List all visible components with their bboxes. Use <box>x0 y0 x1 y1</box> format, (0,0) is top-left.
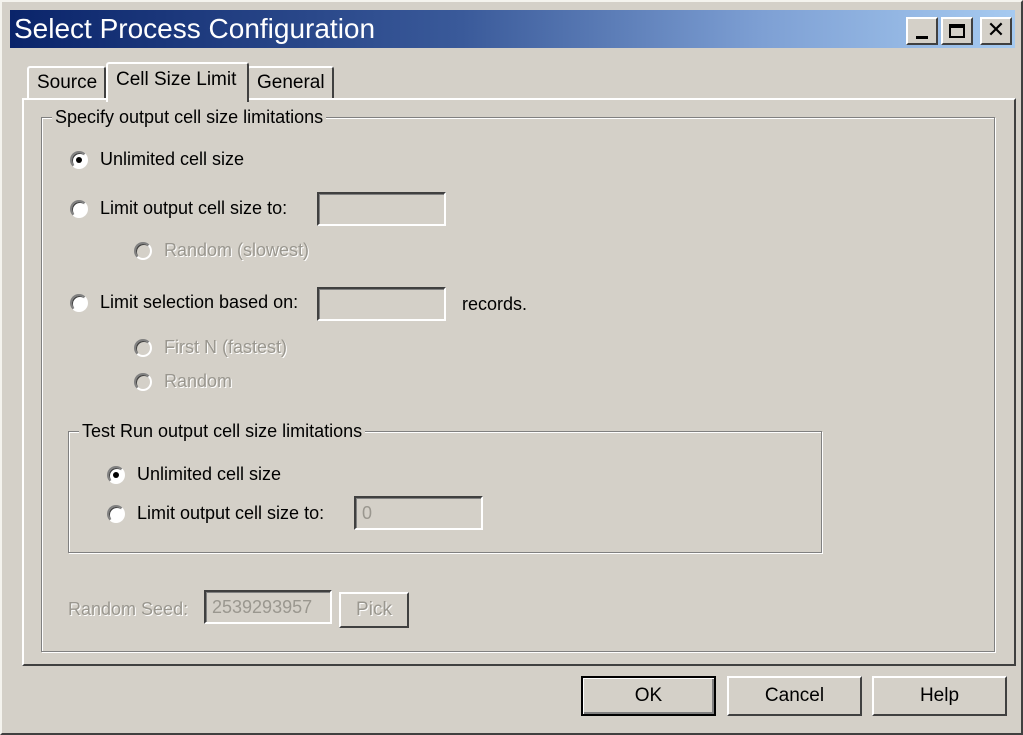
radio-random-slowest[interactable]: Random (slowest) <box>134 240 309 261</box>
radio-label: Limit selection based on: <box>100 292 299 312</box>
radio-indicator[interactable] <box>70 293 88 312</box>
minimize-icon <box>916 35 928 39</box>
tab-general[interactable]: General <box>247 66 334 98</box>
cancel-button[interactable]: Cancel <box>727 676 862 716</box>
help-button[interactable]: Help <box>872 676 1007 716</box>
radio-test-unlimited-cell-size[interactable]: Unlimited cell size <box>107 464 281 485</box>
random-seed-input[interactable] <box>204 590 332 624</box>
radio-label: Random <box>164 371 233 391</box>
random-seed-label: Random Seed: <box>68 599 189 619</box>
maximize-button[interactable] <box>941 17 973 45</box>
radio-label: Random (slowest) <box>164 240 310 260</box>
radio-limit-output-cell-size[interactable]: Limit output cell size to: <box>70 198 287 219</box>
window-title: Select Process Configuration <box>14 13 376 44</box>
radio-first-n-fastest[interactable]: First N (fastest) <box>134 337 287 358</box>
test-run-limits-legend: Test Run output cell size limitations <box>79 420 366 442</box>
radio-indicator-disabled[interactable] <box>134 241 152 260</box>
radio-indicator[interactable] <box>70 199 88 218</box>
radio-limit-selection[interactable]: Limit selection based on: <box>70 292 298 313</box>
tab-cell-size-limit[interactable]: Cell Size Limit <box>106 62 249 102</box>
radio-label: Limit output cell size to: <box>137 503 325 523</box>
radio-indicator[interactable] <box>107 504 125 523</box>
tab-panel-cell-size-limit: Specify output cell size limitations Unl… <box>22 98 1016 666</box>
maximize-icon <box>949 24 965 38</box>
radio-label: Limit output cell size to: <box>100 198 288 218</box>
radio-random[interactable]: Random <box>134 371 232 392</box>
radio-indicator-disabled[interactable] <box>134 372 152 391</box>
radio-label: Unlimited cell size <box>137 464 282 484</box>
tab-source[interactable]: Source <box>27 66 106 98</box>
close-icon: ✕ <box>986 18 1006 43</box>
limit-output-cell-size-input[interactable] <box>317 192 446 226</box>
output-limits-legend: Specify output cell size limitations <box>52 106 327 128</box>
limit-selection-input[interactable] <box>317 287 446 321</box>
minimize-button[interactable] <box>906 17 938 45</box>
ok-button[interactable]: OK <box>581 676 716 716</box>
test-run-limits-group: Test Run output cell size limitations Un… <box>68 420 822 553</box>
records-suffix-label: records. <box>462 294 528 314</box>
pick-seed-button[interactable]: Pick <box>339 592 409 628</box>
radio-label: Unlimited cell size <box>100 149 245 169</box>
radio-indicator-disabled[interactable] <box>134 338 152 357</box>
radio-unlimited-cell-size[interactable]: Unlimited cell size <box>70 149 244 170</box>
radio-label: First N (fastest) <box>164 337 288 357</box>
radio-indicator-checked[interactable] <box>107 465 125 484</box>
title-bar[interactable]: Select Process Configuration ✕ <box>10 10 1015 48</box>
test-limit-output-cell-size-input[interactable] <box>354 496 483 530</box>
dialog-window: Select Process Configuration ✕ Source Ce… <box>0 0 1023 735</box>
radio-test-limit-output-cell-size[interactable]: Limit output cell size to: <box>107 503 324 524</box>
radio-indicator-checked[interactable] <box>70 150 88 169</box>
close-button[interactable]: ✕ <box>980 17 1012 45</box>
output-limits-group: Specify output cell size limitations Unl… <box>41 106 995 652</box>
